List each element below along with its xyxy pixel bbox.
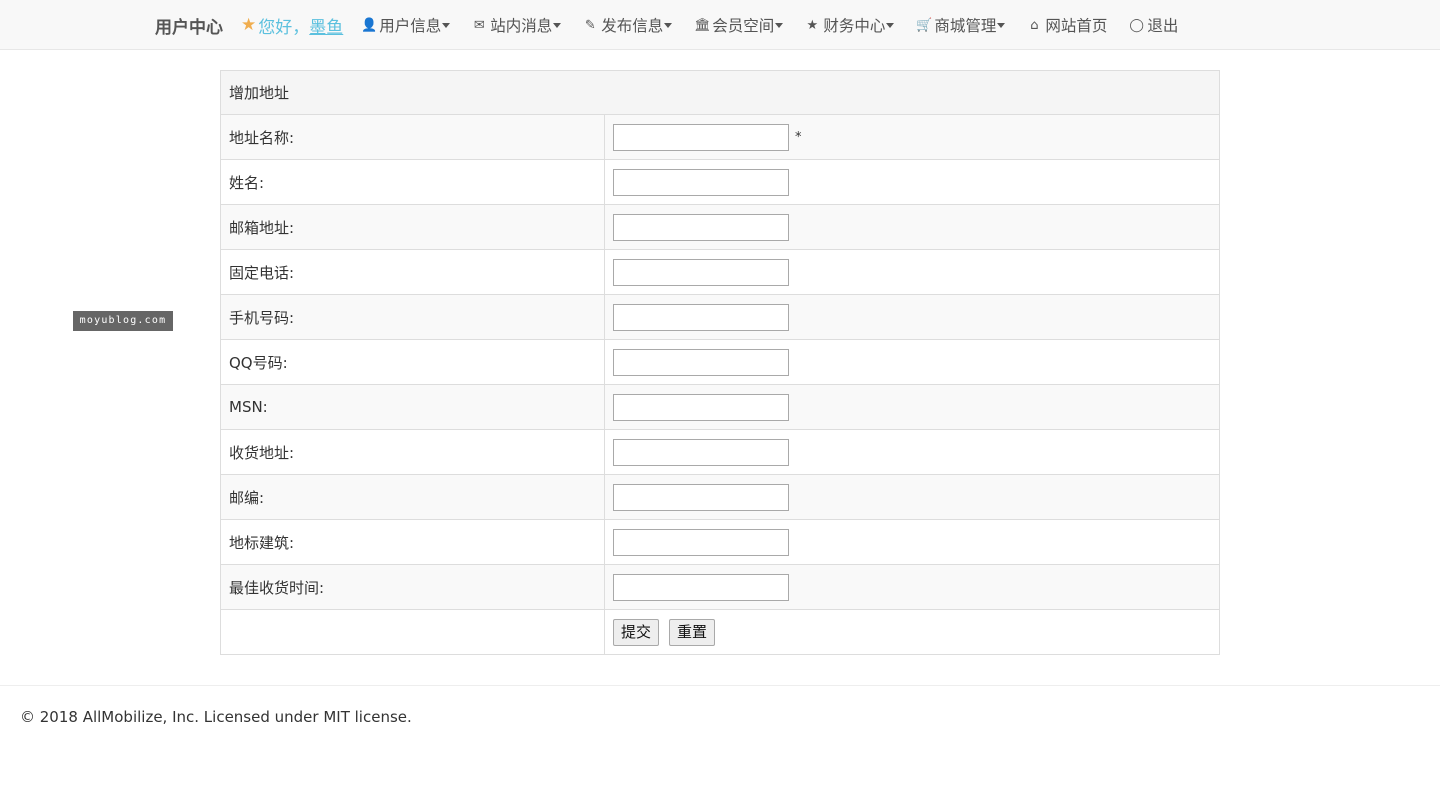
nav-item-label: 商城管理 (934, 17, 997, 35)
caret-down-icon (442, 22, 451, 28)
text-input[interactable] (613, 438, 789, 466)
actions-cell: 提交 重置 (604, 609, 1220, 655)
field-label: 邮编: (220, 474, 605, 520)
form-row: 手机号码: (220, 294, 1220, 340)
form-row: 收货地址: (220, 429, 1220, 475)
field-cell (604, 159, 1220, 205)
text-input[interactable] (613, 303, 789, 331)
field-cell (604, 519, 1220, 565)
text-input[interactable] (613, 123, 789, 151)
nav-item-bank[interactable]: 🏛 会员空间 (694, 14, 784, 36)
footer-text: © 2018 AllMobilize, Inc. Licensed under … (20, 708, 412, 726)
cart-icon: 🛒 (916, 17, 933, 33)
form-row: 地标建筑: (220, 519, 1220, 565)
brand-title[interactable]: 用户中心 (155, 13, 223, 38)
field-label: QQ号码: (220, 339, 605, 385)
form-row: 最佳收货时间: (220, 564, 1220, 610)
field-label: 邮箱地址: (220, 204, 605, 250)
star-icon: ★ (806, 17, 819, 33)
nav-item-label: 发布信息 (601, 17, 664, 35)
nav-item-home[interactable]: ⌂ 网站首页 (1027, 14, 1107, 36)
watermark: moyublog.com (73, 311, 173, 331)
caret-down-icon (664, 22, 673, 28)
field-label: 收货地址: (220, 429, 605, 475)
text-input[interactable] (613, 573, 789, 601)
footer-divider (0, 685, 1440, 686)
form-row: 固定电话: (220, 249, 1220, 295)
form-header-row: 增加地址 (220, 70, 1220, 115)
caret-down-icon (775, 22, 784, 28)
form-row: 邮箱地址: (220, 204, 1220, 250)
user-icon: 👤 (361, 17, 378, 33)
field-cell (604, 249, 1220, 295)
field-cell (604, 384, 1220, 430)
text-input[interactable] (613, 483, 789, 511)
field-label: 地标建筑: (220, 519, 605, 565)
edit-icon: ✎ (584, 17, 596, 33)
home-icon: ⌂ (1030, 17, 1039, 33)
form-title: 增加地址 (220, 70, 1220, 115)
caret-down-icon (886, 22, 895, 28)
nav-item-label: 财务中心 (823, 17, 886, 35)
nav-item-star[interactable]: ★ 财务中心 (805, 14, 895, 36)
field-label: 地址名称: (220, 114, 605, 160)
form-row: QQ号码: (220, 339, 1220, 385)
required-mark: * (795, 129, 802, 145)
text-input[interactable] (613, 258, 789, 286)
caret-down-icon (997, 22, 1006, 28)
field-label: 最佳收货时间: (220, 564, 605, 610)
field-label: 手机号码: (220, 294, 605, 340)
field-label: 固定电话: (220, 249, 605, 295)
text-input[interactable] (613, 213, 789, 241)
text-input[interactable] (613, 528, 789, 556)
field-label: 姓名: (220, 159, 605, 205)
nav-item-label: 网站首页 (1045, 17, 1108, 35)
greeting-text: 您好， (258, 17, 310, 38)
nav-item-label: 用户信息 (379, 17, 442, 35)
power-icon: ◯ (1129, 17, 1144, 33)
top-navbar: 用户中心 ★ 您好， 墨鱼 👤 用户信息 ✉ 站内消息 ✎ 发布信息 🏛 会员空间 ★ 财务中心 🛒… (0, 0, 1440, 50)
username-link[interactable]: 墨鱼 (309, 13, 343, 38)
submit-button[interactable]: 提交 (613, 618, 660, 646)
field-cell (604, 204, 1220, 250)
field-cell (604, 429, 1220, 475)
nav-inner: 用户中心 ★ 您好， 墨鱼 👤 用户信息 ✉ 站内消息 ✎ 发布信息 🏛 会员空间 ★ 财务中心 🛒… (155, 0, 1200, 50)
envelope-icon: ✉ (473, 17, 485, 33)
field-label: MSN: (220, 384, 605, 430)
nav-menu: 👤 用户信息 ✉ 站内消息 ✎ 发布信息 🏛 会员空间 ★ 财务中心 🛒 商城管理 ⌂ 网站首页 ◯ 退出 (361, 14, 1200, 36)
form-row: 邮编: (220, 474, 1220, 520)
nav-item-envelope[interactable]: ✉ 站内消息 (472, 14, 562, 36)
form-row: MSN: (220, 384, 1220, 430)
caret-down-icon (553, 22, 562, 28)
greeting: ★ 您好， 墨鱼 (241, 13, 343, 38)
empty-cell (220, 609, 605, 655)
field-cell (604, 294, 1220, 340)
text-input[interactable] (613, 393, 789, 421)
nav-item-label: 退出 (1147, 17, 1179, 35)
star-icon: ★ (241, 15, 257, 35)
nav-item-user[interactable]: 👤 用户信息 (361, 14, 451, 36)
nav-item-power[interactable]: ◯ 退出 (1129, 14, 1178, 36)
text-input[interactable] (613, 168, 789, 196)
form-actions-row: 提交 重置 (220, 609, 1220, 655)
nav-item-label: 站内消息 (490, 17, 553, 35)
field-cell (604, 339, 1220, 385)
form-row: 姓名: (220, 159, 1220, 205)
form-row: 地址名称: * (220, 114, 1220, 160)
text-input[interactable] (613, 348, 789, 376)
field-cell (604, 564, 1220, 610)
nav-item-label: 会员空间 (712, 17, 775, 35)
field-cell (604, 474, 1220, 520)
add-address-form: 增加地址 地址名称: * 姓名: 邮箱地址: 固定电话: 手机号码: QQ号码: MSN: 收货… (220, 70, 1220, 655)
nav-item-edit[interactable]: ✎ 发布信息 (583, 14, 673, 36)
bank-icon: 🏛 (694, 17, 711, 33)
nav-item-cart[interactable]: 🛒 商城管理 (916, 14, 1006, 36)
reset-button[interactable]: 重置 (669, 618, 716, 646)
field-cell: * (604, 114, 1220, 160)
